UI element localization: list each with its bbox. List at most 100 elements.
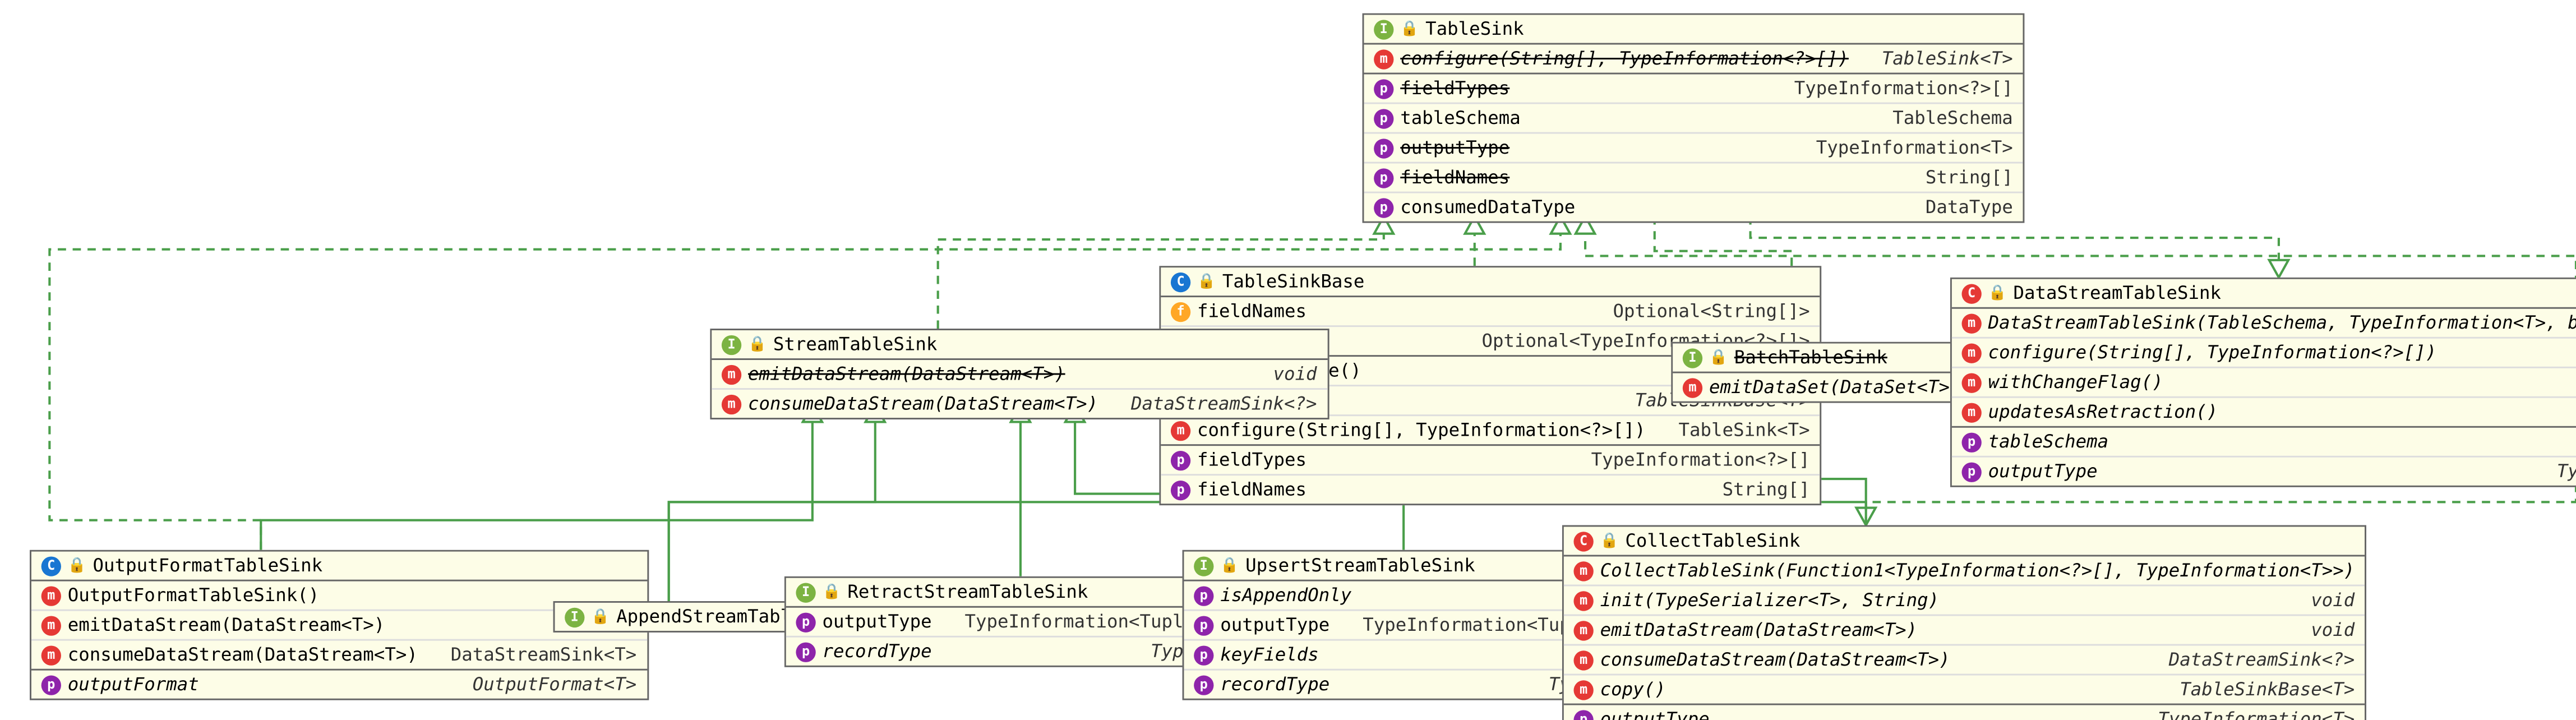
member-name: emitDataStream(DataStream<T>): [748, 363, 1065, 385]
member-name: outputType: [1400, 137, 1509, 158]
uml-member: poutputTypeTypeInformation<T>: [1564, 704, 2365, 720]
member-icon: m: [1573, 590, 1593, 610]
lock-icon: 🔒: [1709, 349, 1728, 366]
nodes-layer: I🔒TableSinkmconfigure(String[], TypeInfo…: [0, 0, 2576, 720]
class-name: RetractStreamTableSink: [847, 581, 1088, 603]
uml-member: p outputType TypeInformation<T>: [1364, 132, 2023, 162]
uml-member: memitDataStream(DataStream<T>)void: [712, 360, 1327, 388]
member-icon: m: [41, 645, 61, 664]
member-icon: m: [1171, 420, 1190, 440]
member-icon: p: [41, 675, 61, 694]
uml-title: C 🔒 DataStreamTableSink: [1952, 279, 2576, 309]
uml-node[interactable]: I🔒TableSinkmconfigure(String[], TypeInfo…: [1363, 13, 2028, 225]
member-icon: m: [722, 394, 741, 413]
lock-icon: 🔒: [1197, 273, 1216, 289]
member-name: emitDataStream(DataStream<T>): [1600, 619, 1918, 640]
member-name: emitDataStream(DataStream<T>): [68, 615, 385, 636]
member-name: keyFields: [1220, 644, 1319, 666]
uml-member: p tableSchema TableSchema: [1364, 103, 2023, 132]
class-name: DataStreamTableSink: [2013, 283, 2221, 304]
uml-member: pfieldNamesString[]: [1364, 162, 2023, 192]
member-type: DataStreamSink<?>: [2143, 649, 2355, 670]
uml-member: pfieldTypesTypeInformation<?>[]: [1161, 444, 1820, 474]
member-type: TableSchema: [1866, 107, 2013, 128]
member-type: TableSink<T>: [1652, 419, 1809, 441]
member-icon: p: [1962, 461, 1982, 481]
uml-member: mwithChangeFlag()boolean: [1952, 367, 2576, 396]
member-name: consumeDataStream(DataStream<T>): [748, 393, 1098, 414]
member-icon: p: [1573, 709, 1593, 720]
member-icon: m: [41, 585, 61, 605]
uml-member: memitDataStream(DataStream<T>)void: [1564, 615, 2365, 644]
member-icon: p: [1171, 450, 1190, 469]
class-type-icon: I: [565, 607, 584, 626]
member-name: fieldNames: [1197, 479, 1307, 500]
member-name: outputFormat: [68, 674, 199, 695]
uml-title: C🔒TableSinkBase: [1161, 267, 1820, 297]
uml-member: mupdatesAsRetraction()boolean: [1952, 396, 2576, 426]
member-name: configure(String[], TypeInformation<?>[]…: [1400, 48, 1849, 69]
member-name: outputType: [1988, 461, 2098, 482]
member-name: withChangeFlag(): [1988, 372, 2163, 393]
member-icon: m: [1573, 561, 1593, 580]
member-name: emitDataSet(DataSet<T>): [1709, 376, 1961, 398]
class-type-icon: I: [796, 582, 815, 602]
member-icon: p: [1374, 197, 1393, 217]
lock-icon: 🔒: [591, 608, 610, 625]
class-name: BatchTableSink: [1734, 347, 1887, 368]
member-icon: p: [1194, 675, 1213, 694]
member-icon: p: [1374, 108, 1393, 128]
member-icon: m: [1573, 620, 1593, 640]
member-name: tableSchema: [1988, 431, 2109, 453]
uml-class-collecttablesink[interactable]: C🔒CollectTableSinkmCollectTableSink(Func…: [1562, 525, 2366, 720]
uml-class-tablesink[interactable]: I🔒TableSinkmconfigure(String[], TypeInfo…: [1363, 13, 2025, 223]
member-icon: m: [41, 615, 61, 635]
uml-member: mconsumeDataStream(DataStream<T>)DataStr…: [1564, 644, 2365, 674]
uml-member: mconfigure(String[], TypeInformation<?>[…: [1952, 337, 2576, 367]
member-icon: p: [1194, 615, 1213, 635]
uml-member: mcopy()TableSinkBase<T>: [1564, 674, 2365, 704]
uml-node[interactable]: C 🔒 DataStreamTableSink m DataStreamTableSin…: [1950, 278, 2576, 489]
lock-icon: 🔒: [1988, 285, 2007, 301]
member-icon: m: [1962, 343, 1982, 362]
member-type: String[]: [1696, 479, 1809, 500]
member-type: String[]: [1899, 167, 2013, 188]
member-name: updatesAsRetraction(): [1988, 401, 2218, 423]
uml-member: pfieldTypesTypeInformation<?>[]: [1364, 73, 2023, 103]
class-type-icon: I: [1194, 556, 1213, 575]
uml-node[interactable]: I🔒StreamTableSinkmemitDataStream(DataStr…: [710, 329, 1331, 421]
lock-icon: 🔒: [1220, 557, 1239, 574]
member-type: TypeInformation<T>: [1790, 137, 2013, 158]
member-name: tableSchema: [1400, 107, 1521, 128]
lock-icon: 🔒: [68, 557, 86, 574]
member-icon: m: [1962, 313, 1982, 333]
member-icon: m: [1683, 377, 1702, 397]
uml-class-datastreamtablesink[interactable]: C 🔒 DataStreamTableSink m DataStreamTableSin…: [1950, 278, 2576, 487]
member-icon: p: [1374, 138, 1393, 158]
uml-member: pconsumedDataTypeDataType: [1364, 192, 2023, 221]
member-icon: f: [1171, 301, 1190, 321]
member-name: recordType: [823, 641, 932, 662]
uml-member: poutputTypeTypeInformation<T>: [1952, 456, 2576, 486]
member-name: configure(String[], TypeInformation<?>[]…: [1197, 419, 1646, 441]
class-type-icon: C: [1962, 283, 1982, 303]
member-name: consumeDataStream(DataStream<T>): [68, 644, 418, 666]
member-name: DataStreamTableSink(TableSchema, TypeInf…: [1988, 312, 2576, 334]
uml-title: I🔒TableSink: [1364, 15, 2023, 45]
member-name: fieldNames: [1197, 301, 1307, 322]
uml-member: ptableSchemaTableSchema: [1952, 426, 2576, 456]
lock-icon: 🔒: [1400, 21, 1419, 37]
class-name: CollectTableSink: [1625, 530, 1800, 551]
uml-node[interactable]: C🔒CollectTableSinkmCollectTableSink(Func…: [1562, 525, 2368, 720]
member-name: copy(): [1600, 679, 1666, 700]
class-type-icon: C: [1573, 531, 1593, 551]
member-icon: p: [1962, 432, 1982, 451]
lock-icon: 🔒: [1600, 533, 1619, 549]
member-name: consumeDataStream(DataStream<T>): [1600, 649, 1950, 670]
class-name: TableSinkBase: [1222, 271, 1365, 292]
uml-class-streamtablesink[interactable]: I🔒StreamTableSinkmemitDataStream(DataStr…: [710, 329, 1328, 419]
member-type: DataStreamSink<T>: [424, 644, 637, 666]
member-name: isAppendOnly: [1220, 585, 1351, 606]
member-type: OutputFormat<T>: [446, 674, 637, 695]
member-icon: p: [796, 612, 815, 631]
